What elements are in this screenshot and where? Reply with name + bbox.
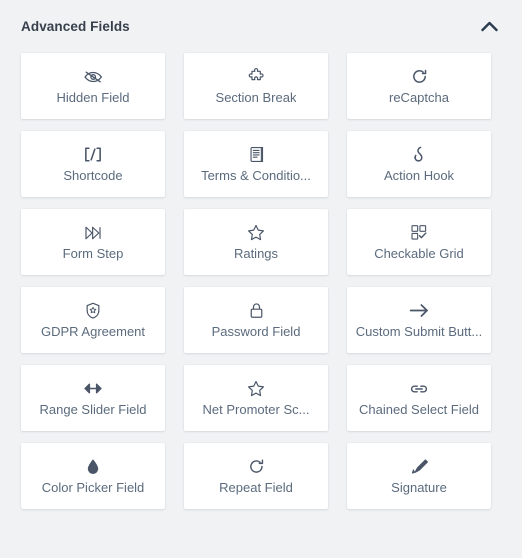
arrow-right-icon	[409, 301, 429, 321]
field-card-label: Color Picker Field	[41, 479, 145, 495]
advanced-fields-panel: Advanced Fields Hidden Field Section Brea…	[0, 0, 522, 558]
field-card-label: Checkable Grid	[374, 245, 464, 261]
field-card-label: Repeat Field	[219, 479, 293, 495]
shield-star-icon	[85, 301, 101, 321]
pen-nib-icon	[410, 457, 428, 477]
field-card-label: Custom Submit Butt...	[355, 323, 483, 339]
left-right-arrow-icon	[83, 379, 103, 399]
field-card-shortcode[interactable]: Shortcode	[21, 131, 165, 197]
field-card-label: Signature	[391, 479, 447, 495]
circular-arrow-icon	[248, 457, 265, 477]
field-card-label: Net Promoter Sc...	[202, 401, 310, 417]
lock-icon	[249, 301, 264, 321]
chain-link-icon	[409, 379, 429, 399]
field-card-section-break[interactable]: Section Break	[184, 53, 328, 119]
field-card-gdpr-agreement[interactable]: GDPR Agreement	[21, 287, 165, 353]
field-card-label: Range Slider Field	[39, 401, 147, 417]
field-card-label: GDPR Agreement	[40, 323, 146, 339]
field-card-ratings[interactable]: Ratings	[184, 209, 328, 275]
page-title: Advanced Fields	[21, 19, 130, 34]
star-outline-icon	[247, 223, 265, 243]
puzzle-piece-icon	[248, 67, 265, 87]
skip-forward-icon	[84, 223, 102, 243]
field-card-repeat-field[interactable]: Repeat Field	[184, 443, 328, 509]
field-card-label: Shortcode	[63, 167, 123, 183]
droplet-icon	[86, 457, 100, 477]
fields-grid: Hidden Field Section Break reCaptcha Shortc…	[0, 53, 522, 558]
field-card-recaptcha[interactable]: reCaptcha	[347, 53, 491, 119]
field-card-label: Ratings	[233, 245, 279, 261]
refresh-arc-icon	[411, 67, 428, 87]
field-card-label: Password Field	[211, 323, 301, 339]
field-card-label: Terms & Conditio...	[201, 167, 311, 183]
field-card-hidden-field[interactable]: Hidden Field	[21, 53, 165, 119]
field-card-form-step[interactable]: Form Step	[21, 209, 165, 275]
field-card-label: Form Step	[62, 245, 124, 261]
hook-icon	[412, 145, 426, 165]
field-card-label: Hidden Field	[56, 89, 130, 105]
star-outline-icon	[247, 379, 265, 399]
field-card-label: Section Break	[215, 89, 297, 105]
scroll-document-icon	[249, 145, 264, 165]
field-card-checkable-grid[interactable]: Checkable Grid	[347, 209, 491, 275]
chevron-up-icon[interactable]	[476, 14, 502, 40]
field-card-action-hook[interactable]: Action Hook	[347, 131, 491, 197]
field-card-color-picker-field[interactable]: Color Picker Field	[21, 443, 165, 509]
field-card-range-slider-field[interactable]: Range Slider Field	[21, 365, 165, 431]
field-card-signature[interactable]: Signature	[347, 443, 491, 509]
field-card-net-promoter-score[interactable]: Net Promoter Sc...	[184, 365, 328, 431]
field-card-label: Action Hook	[383, 167, 455, 183]
field-card-custom-submit-button[interactable]: Custom Submit Butt...	[347, 287, 491, 353]
field-card-label: reCaptcha	[389, 89, 449, 105]
grid-check-icon	[410, 223, 428, 243]
bracket-slash-icon	[82, 145, 104, 165]
field-card-label: Chained Select Field	[359, 401, 479, 417]
field-card-password-field[interactable]: Password Field	[184, 287, 328, 353]
eye-slash-icon	[83, 67, 103, 87]
field-card-chained-select-field[interactable]: Chained Select Field	[347, 365, 491, 431]
field-card-terms-and-conditions[interactable]: Terms & Conditio...	[184, 131, 328, 197]
panel-header: Advanced Fields	[0, 0, 522, 53]
